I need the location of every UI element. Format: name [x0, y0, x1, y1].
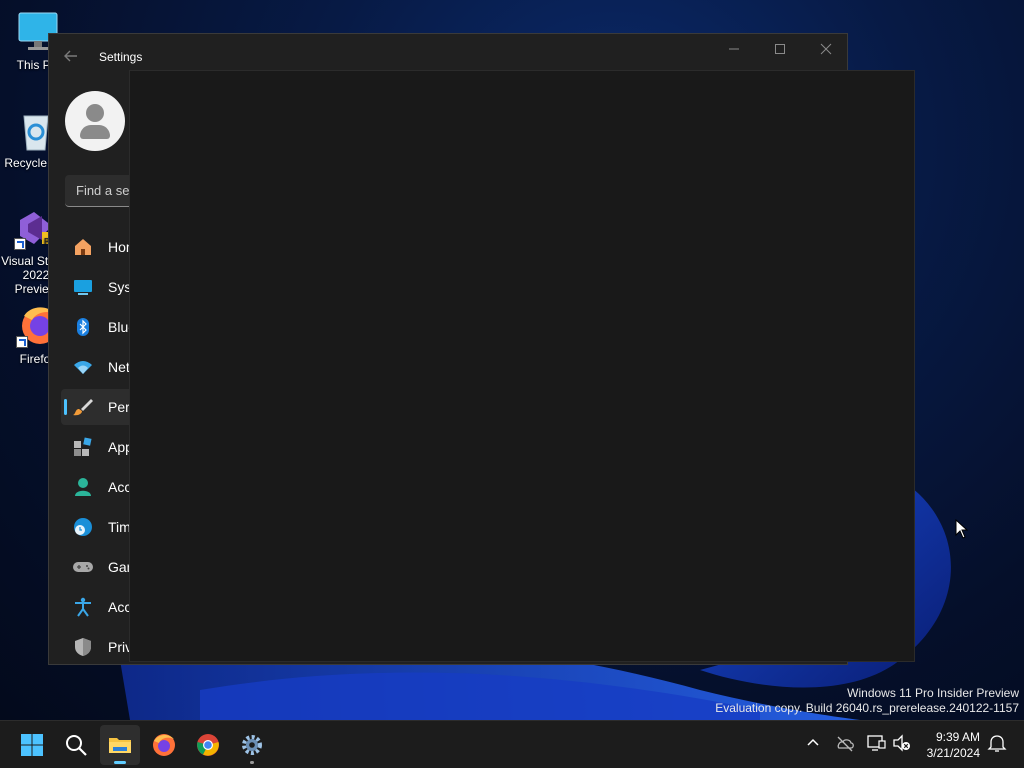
mouse-cursor-icon [955, 519, 969, 539]
network-tray-icon[interactable] [864, 731, 888, 755]
blank-overlay-panel [129, 70, 915, 662]
person-icon [75, 478, 91, 496]
minimize-button[interactable] [719, 42, 749, 62]
wifi-icon [74, 361, 92, 374]
home-icon [75, 239, 91, 255]
volume-tray-icon[interactable] [890, 731, 914, 755]
shortcut-arrow-icon [16, 336, 28, 348]
taskbar-firefox[interactable] [144, 725, 184, 765]
network-icon [867, 735, 886, 751]
watermark-line2: Evaluation copy. Build 26040.rs_prerelea… [715, 701, 1019, 715]
maximize-button[interactable] [765, 42, 795, 62]
notifications-button[interactable] [985, 731, 1009, 755]
back-button[interactable] [61, 48, 81, 68]
taskbar-chrome[interactable] [188, 725, 228, 765]
minimize-icon [729, 48, 739, 50]
clock-time: 9:39 AM [935, 730, 980, 744]
onedrive-tray-icon[interactable] [833, 731, 857, 755]
windows-logo-icon [21, 734, 43, 756]
start-button[interactable] [12, 725, 52, 765]
taskbar-file-explorer[interactable] [100, 725, 140, 765]
selection-indicator [64, 399, 67, 415]
watermark-line1: Windows 11 Pro Insider Preview [847, 686, 1019, 700]
taskbar: 9:39 AM 3/21/2024 [0, 720, 1024, 768]
cloud-off-icon [837, 736, 854, 752]
gear-icon [242, 735, 262, 755]
active-app-indicator [114, 761, 126, 764]
gamepad-icon [73, 562, 93, 572]
brush-icon [73, 399, 93, 416]
globe-clock-icon [74, 518, 92, 536]
display-icon [74, 280, 92, 295]
apps-icon [74, 437, 92, 456]
firefox-icon [153, 734, 175, 756]
clock-date: 3/21/2024 [926, 746, 980, 760]
user-avatar[interactable] [65, 91, 125, 151]
maximize-icon [775, 44, 785, 54]
accessibility-icon [75, 597, 91, 617]
running-app-indicator [250, 761, 254, 764]
avatar-body [80, 125, 110, 139]
close-icon [820, 43, 832, 55]
close-button[interactable] [811, 42, 841, 62]
search-icon [66, 735, 87, 756]
bell-icon [987, 735, 1007, 752]
shield-icon [75, 638, 91, 656]
folder-icon [109, 738, 131, 753]
shortcut-arrow-icon [14, 238, 26, 250]
show-hidden-icons-button[interactable] [801, 731, 825, 755]
avatar-head [86, 104, 104, 122]
chrome-icon [197, 734, 219, 756]
taskbar-search-button[interactable] [56, 725, 96, 765]
taskbar-clock[interactable]: 9:39 AM 3/21/2024 [927, 729, 980, 761]
speaker-muted-icon [893, 734, 910, 752]
chevron-up-icon [807, 738, 819, 746]
taskbar-settings[interactable] [232, 725, 272, 765]
window-title: Settings [99, 50, 143, 64]
bluetooth-icon [77, 318, 89, 336]
arrow-left-icon [64, 50, 77, 62]
